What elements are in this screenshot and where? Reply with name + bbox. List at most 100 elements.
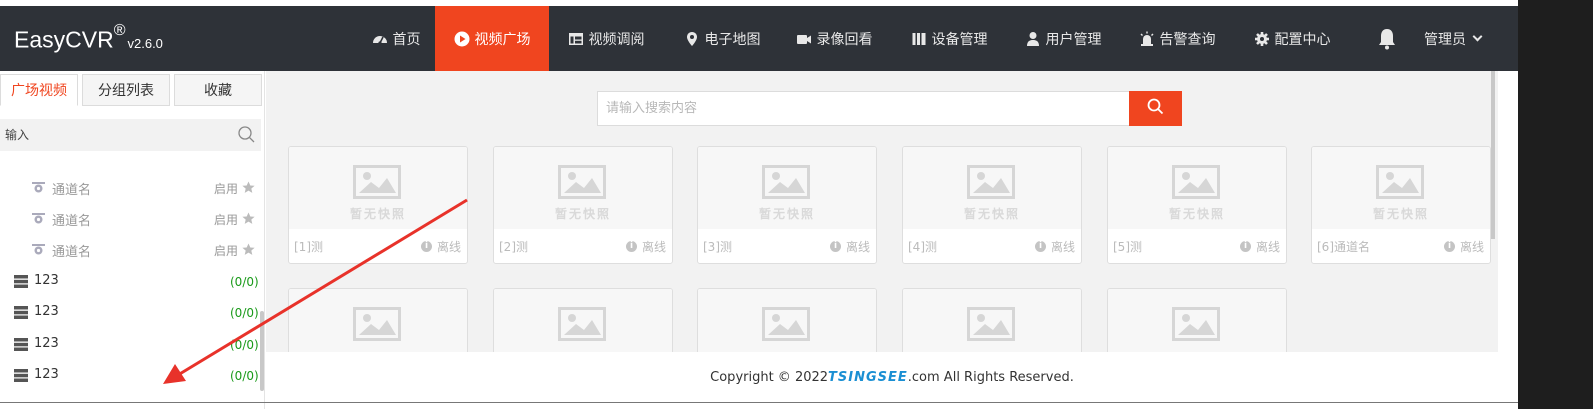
group-count: (0/0): [230, 369, 259, 383]
channel-state: 启用: [214, 182, 239, 196]
server-icon: [14, 369, 28, 382]
bottom-border: [0, 402, 1518, 403]
video-camera-icon: [796, 31, 812, 47]
nav-item-device-management[interactable]: 设备管理: [899, 6, 999, 71]
tab-label: 广场视频: [11, 83, 67, 99]
footer-rights: .com All Rights Reserved.: [907, 369, 1074, 385]
search-icon: [1147, 98, 1164, 119]
snapshot-placeholder: 暂无快照: [494, 147, 672, 229]
info-icon: i: [1239, 241, 1251, 252]
tree-group-row[interactable]: 123 (0/0): [0, 330, 261, 358]
snapshot-placeholder: 暂无快照: [1312, 147, 1490, 229]
video-card[interactable]: 暂无快照 [6]通道名 i 离线: [1311, 146, 1491, 264]
card-status: i 离线: [829, 238, 870, 255]
card-status: i 离线: [625, 238, 666, 255]
nav-label: 电子地图: [704, 31, 761, 48]
snapshot-placeholder: [1108, 289, 1286, 352]
logo-text: EasyCVR: [14, 26, 114, 53]
app-logo[interactable]: EasyCVR®v2.6.0: [14, 22, 163, 54]
video-card[interactable]: 暂无快照 [2]测 i 离线: [493, 146, 673, 264]
camera-icon: [32, 244, 45, 255]
card-status-text: 离线: [436, 240, 461, 254]
sidebar-scrollbar[interactable]: [260, 311, 264, 391]
nav-label: 视频调阅: [588, 31, 645, 48]
video-card[interactable]: 暂无快照 [3]测 i 离线: [697, 146, 877, 264]
star-icon[interactable]: [242, 243, 255, 256]
channel-state: 启用: [214, 213, 239, 227]
tab-group-list[interactable]: 分组列表: [82, 74, 170, 106]
footer-copyright: Copyright © 2022: [710, 369, 829, 385]
dashboard-icon: [372, 31, 388, 47]
footer-brand[interactable]: TSINGSEE: [828, 370, 908, 385]
registered-mark: ®: [113, 22, 126, 39]
info-icon: i: [625, 241, 637, 252]
sidebar-search-input[interactable]: [0, 119, 220, 151]
snapshot-placeholder: 暂无快照: [289, 147, 467, 229]
tree-channel-row[interactable]: 通道名 启用: [0, 235, 261, 263]
nav-label: 录像回看: [816, 31, 873, 48]
bell-icon[interactable]: [1377, 28, 1397, 50]
no-snapshot-label: 暂无快照: [758, 207, 815, 221]
tree-group-row[interactable]: 123 (0/0): [0, 361, 261, 389]
tab-favorites[interactable]: 收藏: [174, 74, 262, 106]
info-icon: i: [1034, 241, 1046, 252]
star-icon[interactable]: [242, 212, 255, 225]
group-name: 123: [34, 367, 59, 382]
video-card[interactable]: 暂无快照 [4]测 i 离线: [902, 146, 1082, 264]
nav-item-playback[interactable]: 录像回看: [784, 6, 884, 71]
user-menu-dropdown[interactable]: 管理员: [1424, 6, 1483, 71]
nav-item-video-square[interactable]: 视频广场: [435, 6, 549, 71]
main-search-box: [597, 91, 1130, 126]
group-count: (0/0): [230, 306, 259, 320]
tab-label: 收藏: [204, 83, 232, 99]
video-card[interactable]: [493, 288, 673, 352]
card-channel-name: [5]测: [1113, 240, 1142, 254]
no-snapshot-label: 暂无快照: [1372, 207, 1429, 221]
card-channel-name: [6]通道名: [1317, 240, 1370, 254]
play-circle-icon: [454, 31, 470, 47]
video-card[interactable]: [902, 288, 1082, 352]
tree-channel-row[interactable]: 通道名 启用: [0, 173, 261, 201]
channel-name: 通道名: [52, 245, 92, 260]
nav-item-config-center[interactable]: 配置中心: [1242, 6, 1342, 71]
no-snapshot-label: 暂无快照: [1168, 207, 1225, 221]
nav-item-home[interactable]: 首页: [357, 6, 435, 71]
tree-group-row[interactable]: 123 (0/0): [0, 267, 261, 295]
group-count: (0/0): [230, 338, 259, 352]
tree-group-row[interactable]: 123 (0/0): [0, 298, 261, 326]
nav-item-alarm-query[interactable]: 告警查询: [1127, 6, 1227, 71]
search-icon[interactable]: [238, 126, 255, 143]
search-button[interactable]: [1129, 91, 1182, 126]
snapshot-placeholder: 暂无快照: [1108, 147, 1286, 229]
nav-label: 首页: [392, 31, 421, 48]
nav-label: 用户管理: [1045, 31, 1102, 48]
nav-item-user-management[interactable]: 用户管理: [1013, 6, 1113, 71]
group-name: 123: [34, 336, 59, 351]
nav-item-emap[interactable]: 电子地图: [672, 6, 772, 71]
main-scrollbar[interactable]: [1491, 71, 1495, 239]
card-channel-name: [3]测: [703, 240, 732, 254]
star-icon[interactable]: [242, 181, 255, 194]
tab-square-video[interactable]: 广场视频: [0, 74, 78, 106]
card-status-text: 离线: [845, 240, 870, 254]
video-card[interactable]: 暂无快照 [1]测 i 离线: [288, 146, 468, 264]
main-search-input[interactable]: [598, 92, 1118, 125]
nav-label: 告警查询: [1159, 31, 1216, 48]
top-nav-bar: EasyCVR®v2.6.0 首页 视频广场 视频调阅 电子地图 录像回看 设备…: [0, 6, 1518, 71]
tree-channel-row[interactable]: 通道名 启用: [0, 204, 261, 232]
video-card[interactable]: 暂无快照 [5]测 i 离线: [1107, 146, 1287, 264]
snapshot-placeholder: [494, 289, 672, 352]
device-bars-icon: [911, 31, 927, 47]
video-card[interactable]: [288, 288, 468, 352]
info-icon: i: [420, 241, 432, 252]
channel-name: 通道名: [52, 214, 92, 229]
dark-side-area: [1518, 0, 1593, 409]
card-status-text: 离线: [641, 240, 666, 254]
nav-label: 配置中心: [1274, 31, 1331, 48]
channel-state: 启用: [214, 244, 239, 258]
video-card[interactable]: [697, 288, 877, 352]
nav-item-video-review[interactable]: 视频调阅: [556, 6, 656, 71]
card-status-text: 离线: [1050, 240, 1075, 254]
video-card[interactable]: [1107, 288, 1287, 352]
group-name: 123: [34, 304, 59, 319]
